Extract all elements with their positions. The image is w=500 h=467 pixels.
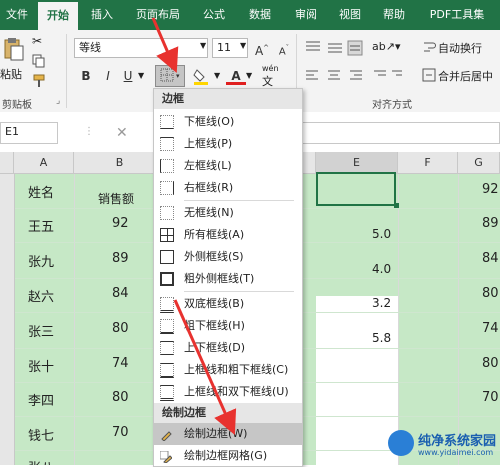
watermark-logo-icon [388, 430, 414, 456]
watermark-title: 纯净系统家园 [418, 434, 497, 449]
watermark: 纯净系统家园 www.yidaimei.com [388, 428, 500, 465]
watermark-url: www.yidaimei.com [418, 448, 494, 457]
arrow-to-draw-border [173, 299, 237, 435]
arrow-to-borders-button [151, 17, 179, 74]
annotation-arrows [151, 17, 237, 435]
